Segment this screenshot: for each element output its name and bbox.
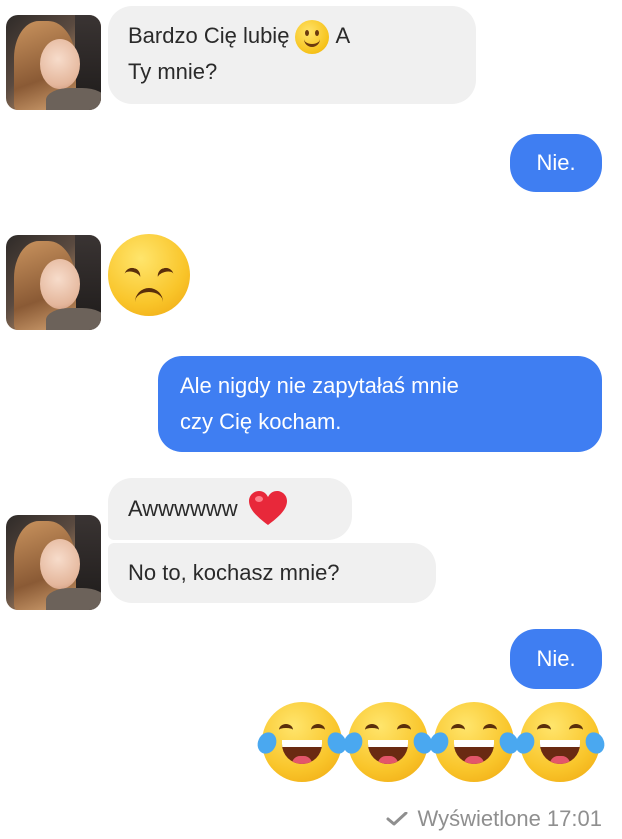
outgoing-message[interactable]: Nie. xyxy=(510,134,602,192)
incoming-message[interactable]: Bardzo Cię lubię A Ty mnie? xyxy=(108,6,476,104)
outgoing-message[interactable]: Ale nigdy nie zapytałaś mnie czy Cię koc… xyxy=(158,356,602,452)
contact-avatar[interactable] xyxy=(6,15,101,110)
incoming-message[interactable]: No to, kochasz mnie? xyxy=(108,543,436,603)
face-with-tears-of-joy-icon[interactable] xyxy=(512,702,608,782)
message-text: Ale nigdy nie zapytałaś mnie xyxy=(180,373,459,398)
message-text: Ty mnie? xyxy=(128,59,218,85)
contact-avatar[interactable] xyxy=(6,235,101,330)
red-heart-icon xyxy=(248,491,287,525)
seen-status: Wyświetlone 17:01 xyxy=(386,806,602,832)
message-text: Awwwwww xyxy=(128,496,238,521)
checkmark-icon xyxy=(386,812,408,826)
message-text: Nie. xyxy=(536,150,576,175)
message-text: No to, kochasz mnie? xyxy=(128,560,340,585)
face-with-tears-of-joy-icon[interactable] xyxy=(340,702,436,782)
outgoing-message[interactable]: Nie. xyxy=(510,629,602,689)
face-with-tears-of-joy-icon[interactable] xyxy=(426,702,522,782)
incoming-message[interactable]: Awwwwww xyxy=(108,478,352,540)
message-text: A xyxy=(335,23,351,48)
face-with-tears-of-joy-icon[interactable] xyxy=(254,702,350,782)
message-text: Bardzo Cię lubię xyxy=(128,23,290,48)
message-text: Nie. xyxy=(536,646,576,671)
seen-status-text: Wyświetlone 17:01 xyxy=(417,806,602,831)
contact-avatar[interactable] xyxy=(6,515,101,610)
disappointed-face-icon[interactable] xyxy=(108,234,190,316)
message-text: czy Cię kocham. xyxy=(180,409,342,434)
slightly-smiling-face-icon xyxy=(295,20,330,55)
